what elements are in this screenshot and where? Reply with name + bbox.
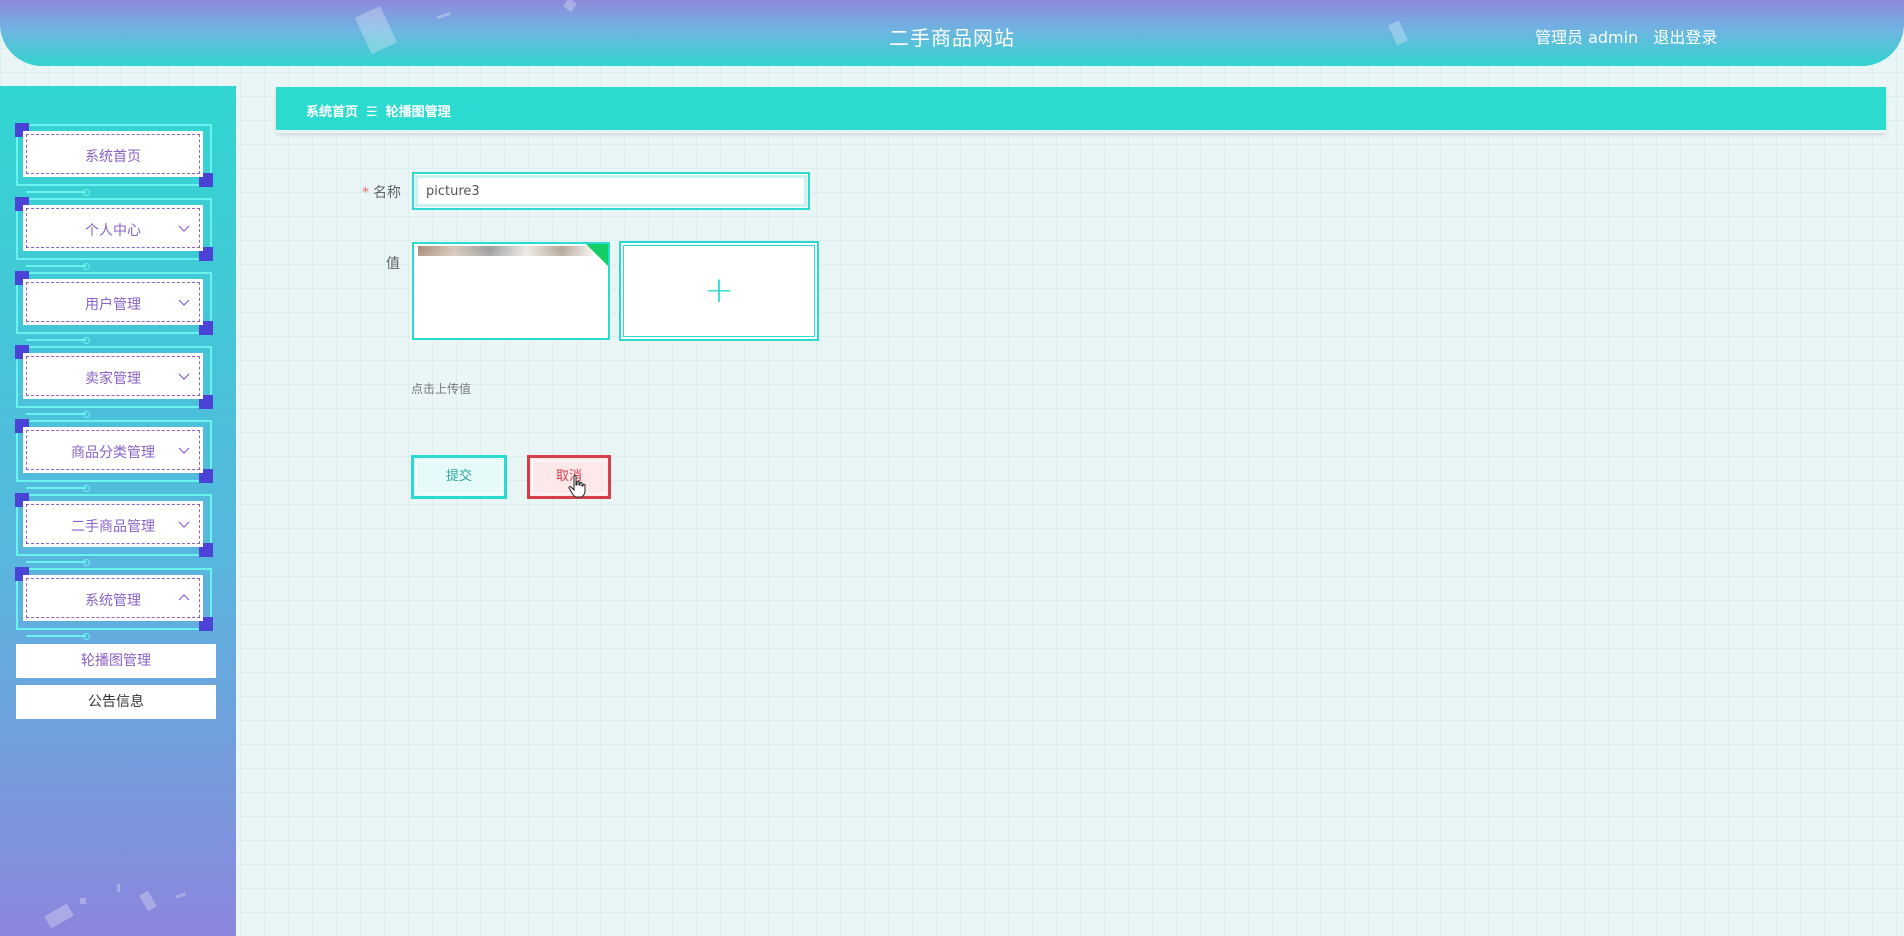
user-area: 管理员 admin 退出登录	[1535, 24, 1717, 48]
name-label: * 名称	[362, 182, 401, 202]
value-label: 值	[386, 256, 400, 272]
sidebar-item-seller-management[interactable]: 卖家管理	[15, 345, 213, 418]
breadcrumb-home-link[interactable]: 系统首页	[306, 105, 358, 120]
header-decoration	[436, 11, 452, 20]
breadcrumb: 系统首页 ☰ 轮播图管理	[276, 87, 1886, 133]
sidebar-item-label: 个人中心	[85, 223, 141, 239]
logout-link[interactable]: 退出登录	[1653, 28, 1717, 47]
upload-success-badge	[584, 244, 608, 268]
required-mark: *	[362, 185, 369, 201]
chevron-up-icon	[178, 594, 190, 601]
chevron-down-icon	[178, 373, 190, 380]
sidebar-item-label: 用户管理	[85, 297, 141, 313]
sidebar-decoration	[139, 890, 157, 912]
chevron-down-icon	[178, 299, 190, 306]
upload-add-button[interactable]: +	[619, 241, 819, 341]
hand-cursor-icon	[568, 474, 586, 498]
sidebar-item-user-management[interactable]: 用户管理	[15, 271, 213, 344]
sidebar-decoration	[44, 903, 74, 929]
sidebar-decoration	[175, 892, 187, 899]
chevron-down-icon	[178, 521, 190, 528]
sidebar-item-home[interactable]: 系统首页	[15, 123, 213, 196]
top-header: 二手商品网站 管理员 admin 退出登录	[0, 0, 1904, 66]
sidebar-item-label: 卖家管理	[85, 371, 141, 387]
sidebar-item-label: 商品分类管理	[71, 445, 155, 461]
name-input[interactable]	[412, 172, 810, 210]
sidebar-item-label: 系统管理	[85, 593, 141, 609]
sidebar-item-personal-center[interactable]: 个人中心	[15, 197, 213, 270]
submenu-item-announcement[interactable]: 公告信息	[16, 685, 216, 719]
sidebar-item-label: 系统首页	[85, 149, 141, 165]
breadcrumb-current: 轮播图管理	[385, 105, 451, 120]
chevron-down-icon	[178, 225, 190, 232]
sidebar-item-category-management[interactable]: 商品分类管理	[15, 419, 213, 492]
uploaded-image-preview[interactable]	[412, 242, 610, 340]
menu-icon: ☰	[366, 105, 378, 120]
submenu-item-carousel[interactable]: 轮播图管理	[16, 644, 216, 678]
sidebar-decoration	[80, 898, 86, 904]
sidebar-item-secondhand-goods[interactable]: 二手商品管理	[15, 493, 213, 566]
upload-tip: 点击上传值	[411, 382, 472, 396]
name-label-text: 名称	[373, 185, 401, 201]
sidebar-item-system-management[interactable]: 系统管理	[15, 567, 213, 640]
sidebar-item-label: 二手商品管理	[71, 519, 155, 535]
admin-role-label: 管理员 admin	[1535, 28, 1639, 47]
chevron-down-icon	[178, 447, 190, 454]
sidebar-decoration	[117, 884, 120, 892]
plus-icon: +	[703, 270, 735, 311]
header-decoration	[563, 0, 577, 12]
submit-button[interactable]: 提交	[411, 455, 507, 499]
